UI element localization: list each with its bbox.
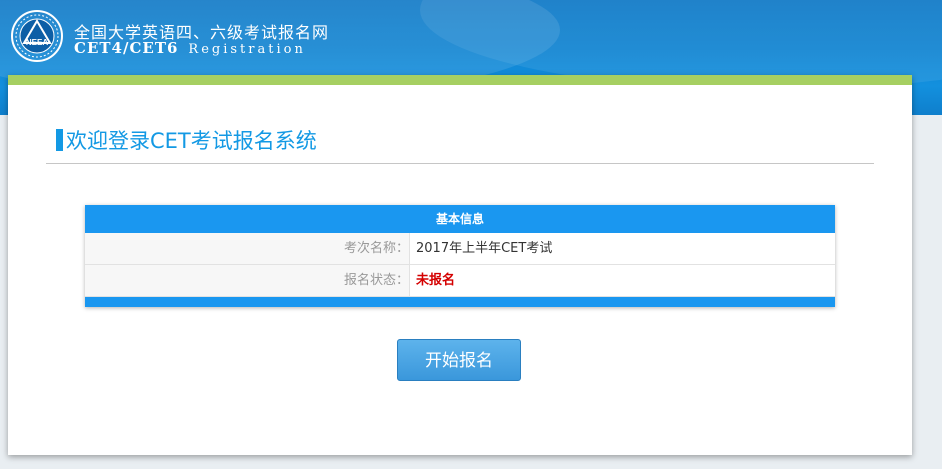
page-title-text: 欢迎登录CET考试报名系统 [66,129,317,153]
exam-name-value: 2017年上半年CET考试 [416,241,553,256]
basic-info-heading: 基本信息 [85,205,835,233]
logo-text: NEEA [26,38,48,47]
site-title-registration: Registration [188,42,306,57]
site-title-en: CET4/CET6 Registration [74,39,306,57]
title-bar-marker [56,129,63,151]
basic-info-table: 基本信息 考次名称： 2017年上半年CET考试 报名状态： 未报名 [85,205,835,307]
table-row-exam-name: 考次名称： 2017年上半年CET考试 [85,233,835,265]
site-title-cet: CET4/CET6 [74,39,179,57]
title-divider [46,163,874,164]
status-value: 未报名 [416,273,456,288]
page-title: 欢迎登录CET考试报名系统 [56,128,317,154]
exam-name-label: 考次名称： [85,233,410,264]
table-row-status: 报名状态： 未报名 [85,265,835,297]
basic-info-footer-bar [85,297,835,307]
start-registration-button[interactable]: 开始报名 [397,339,521,381]
main-panel: 欢迎登录CET考试报名系统 基本信息 考次名称： 2017年上半年CET考试 报… [8,75,912,455]
status-label: 报名状态： [85,265,410,296]
neea-logo-icon: NEEA [11,10,63,62]
